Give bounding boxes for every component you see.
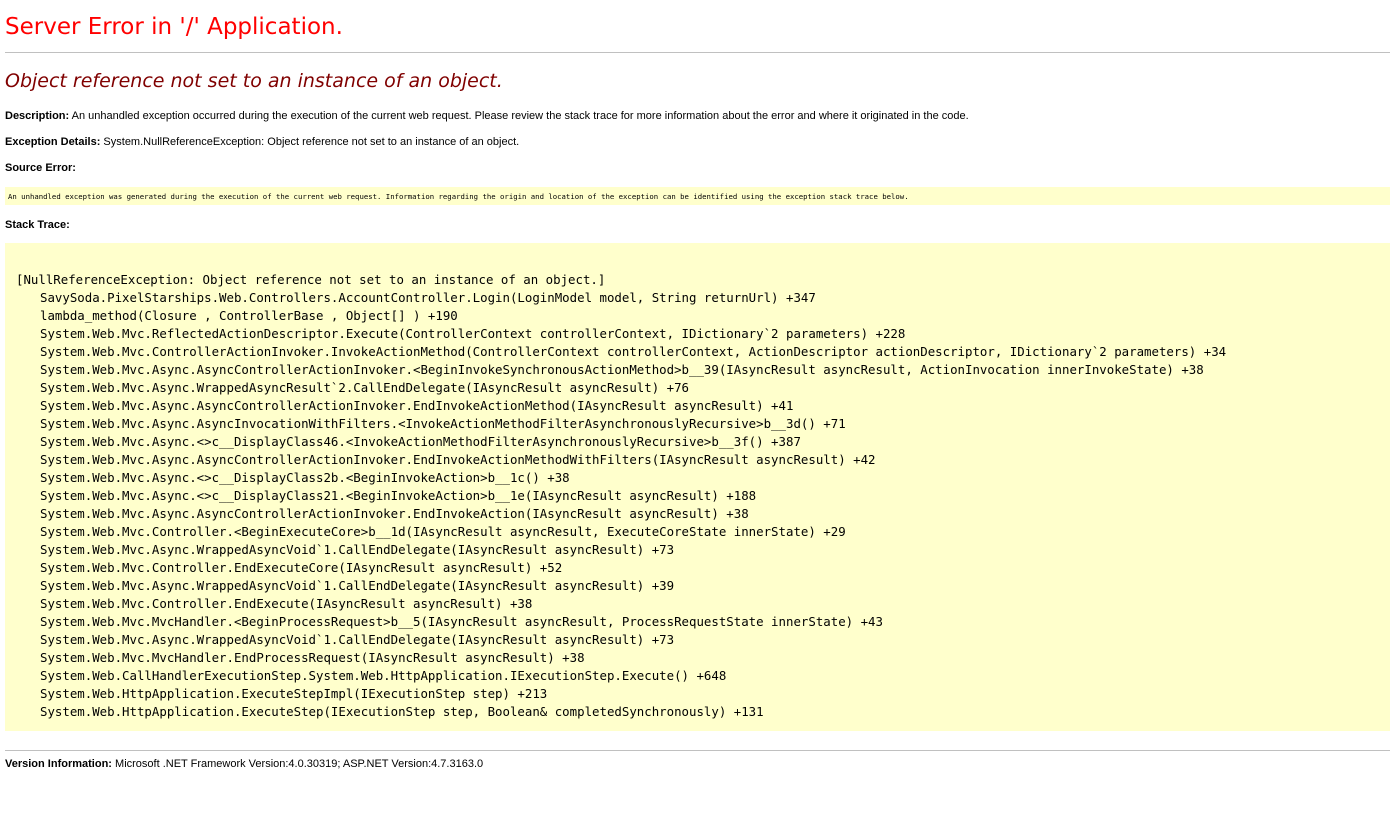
page-title: Server Error in '/' Application. [5, 14, 343, 40]
exception-details-row: Exception Details: System.NullReferenceE… [5, 136, 519, 148]
stack-trace-line: System.Web.CallHandlerExecutionStep.Syst… [40, 668, 727, 683]
source-error-box: An unhandled exception was generated dur… [5, 187, 1390, 205]
source-error-row: Source Error: [5, 162, 76, 174]
stack-trace-line: System.Web.Mvc.Async.<>c__DisplayClass21… [40, 488, 757, 503]
stack-trace-line: System.Web.Mvc.Async.AsyncControllerActi… [40, 398, 794, 413]
stack-trace-line: System.Web.Mvc.Async.WrappedAsyncVoid`1.… [40, 542, 675, 557]
stack-trace-header-line: [NullReferenceException: Object referenc… [16, 272, 606, 287]
stack-trace-label: Stack Trace: [5, 219, 70, 231]
stack-trace-line: System.Web.Mvc.Controller.EndExecute(IAs… [40, 596, 533, 611]
exception-details-text: System.NullReferenceException: Object re… [103, 136, 520, 148]
stack-trace-line: System.Web.Mvc.Async.<>c__DisplayClass2b… [40, 470, 570, 485]
stack-trace-pre: [NullReferenceException: Object referenc… [16, 271, 1226, 721]
stack-trace-line: System.Web.Mvc.Async.WrappedAsyncVoid`1.… [40, 578, 675, 593]
divider [5, 52, 1390, 53]
stack-trace-line: System.Web.Mvc.Controller.<BeginExecuteC… [40, 524, 846, 539]
stack-trace-line: SavySoda.PixelStarships.Web.Controllers.… [40, 290, 816, 305]
stack-trace-box: [NullReferenceException: Object referenc… [5, 243, 1390, 731]
version-information-row: Version Information: Microsoft .NET Fram… [5, 758, 483, 770]
stack-trace-line: System.Web.Mvc.Async.AsyncControllerActi… [40, 452, 876, 467]
error-message-heading: Object reference not set to an instance … [5, 70, 503, 92]
source-error-text: An unhandled exception was generated dur… [8, 192, 909, 201]
description-text: An unhandled exception occurred during t… [71, 110, 969, 122]
exception-details-label: Exception Details: [5, 136, 101, 148]
source-error-label: Source Error: [5, 162, 76, 174]
version-information-text: Microsoft .NET Framework Version:4.0.303… [115, 758, 484, 770]
stack-trace-line: System.Web.HttpApplication.ExecuteStepIm… [40, 686, 548, 701]
stack-trace-line: System.Web.Mvc.Async.WrappedAsyncResult`… [40, 380, 690, 395]
stack-trace-line: System.Web.Mvc.MvcHandler.<BeginProcessR… [40, 614, 883, 629]
stack-trace-line: System.Web.Mvc.Async.AsyncControllerActi… [40, 506, 749, 521]
divider [5, 750, 1390, 751]
stack-trace-line: System.Web.Mvc.ControllerActionInvoker.I… [40, 344, 1227, 359]
stack-trace-row: Stack Trace: [5, 219, 70, 231]
description-label: Description: [5, 110, 70, 122]
stack-trace-line: System.Web.Mvc.MvcHandler.EndProcessRequ… [40, 650, 585, 665]
stack-trace-line: System.Web.Mvc.Async.AsyncControllerActi… [40, 362, 1204, 377]
stack-trace-line: System.Web.Mvc.Async.WrappedAsyncVoid`1.… [40, 632, 675, 647]
stack-trace-line: System.Web.Mvc.Async.AsyncInvocationWith… [40, 416, 846, 431]
description-row: Description: An unhandled exception occu… [5, 110, 969, 122]
stack-trace-line: lambda_method(Closure , ControllerBase ,… [40, 308, 458, 323]
stack-trace-line: System.Web.HttpApplication.ExecuteStep(I… [40, 704, 764, 719]
stack-trace-line: System.Web.Mvc.Async.<>c__DisplayClass46… [40, 434, 801, 449]
stack-trace-line: System.Web.Mvc.Controller.EndExecuteCore… [40, 560, 563, 575]
version-information-label: Version Information: [5, 758, 112, 770]
stack-trace-line: System.Web.Mvc.ReflectedActionDescriptor… [40, 326, 906, 341]
